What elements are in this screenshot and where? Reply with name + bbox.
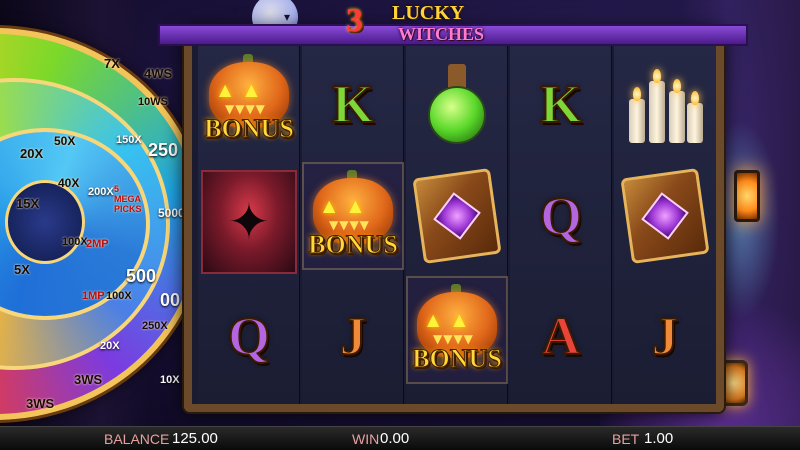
reels-frame: ▲▲ ▼▼▼▼ BONUS ✦ Q K ▲▲ ▼▼▼▼ BONUS J ▲▲ ▼… — [184, 30, 724, 412]
wheel-label: 100X — [106, 290, 132, 302]
status-bar: BALANCE 125.00 WIN 0.00 BET 1.00 — [0, 426, 800, 450]
letter-k-symbol: K — [539, 73, 583, 135]
wheel-label: 40X — [58, 176, 80, 190]
candles-icon — [625, 57, 705, 147]
bonus-label: BONUS — [412, 344, 503, 374]
symbol-cell: Q — [510, 162, 612, 270]
win-value: 0.00 — [380, 430, 410, 447]
symbol-cell: A — [510, 282, 612, 390]
reel-3: ▲▲ ▼▼▼▼ BONUS — [406, 38, 508, 404]
letter-q-symbol: Q — [539, 185, 583, 247]
logo-line2: WITCHES — [398, 24, 485, 44]
bet-value: 1.00 — [644, 430, 674, 447]
symbol-cell — [614, 48, 716, 156]
game-logo: 3 LUCKY WITCHES — [346, 0, 506, 52]
symbol-cell — [406, 162, 508, 270]
wheel-label: 7X — [104, 56, 120, 71]
symbol-cell: K — [302, 50, 404, 158]
potion-icon — [422, 64, 492, 144]
balance-label: BALANCE — [104, 431, 170, 447]
wheel-label: 50X — [54, 134, 76, 148]
wheel-label: 100X — [62, 236, 88, 248]
wheel-label: 250X — [142, 320, 168, 332]
symbol-cell: K — [510, 50, 612, 158]
wheel-label: 10X — [160, 374, 180, 386]
prize-wheel-hub — [5, 180, 85, 264]
symbol-cell: ▲▲ ▼▼▼▼ BONUS — [198, 46, 300, 154]
logo-number: 3 — [346, 2, 363, 39]
pumpkin-bonus-icon: ▲▲ ▼▼▼▼ BONUS — [307, 170, 399, 262]
symbol-cell: ✦ — [198, 168, 300, 276]
wheel-label: 15X — [16, 196, 40, 211]
logo-line1: LUCKY — [392, 2, 465, 24]
wheel-label: 5 MEGA PICKS — [114, 184, 142, 214]
wheel-label: 00 — [160, 290, 181, 310]
wheel-label: 3WS — [26, 396, 55, 411]
wheel-label: 150X — [116, 134, 142, 146]
letter-a-symbol: A — [541, 305, 582, 367]
letter-q-symbol: Q — [227, 305, 271, 367]
bat-icon: ▾ — [232, 4, 239, 18]
pumpkin-bonus-icon: ▲▲ ▼▼▼▼ BONUS — [411, 284, 503, 376]
pumpkin-bonus-icon: ▲▲ ▼▼▼▼ BONUS — [203, 54, 295, 146]
reel-4: K Q A — [510, 38, 612, 404]
reel-5: J — [614, 38, 716, 404]
reel-2: K ▲▲ ▼▼▼▼ BONUS J — [302, 38, 404, 404]
wheel-label: 250 — [148, 140, 179, 160]
symbol-cell: J — [614, 282, 716, 390]
wheel-label: 20X — [20, 146, 44, 161]
bonus-label: BONUS — [308, 230, 399, 260]
hanging-lantern-icon — [734, 170, 760, 222]
wheel-label: 10WS — [138, 96, 168, 108]
letter-j-symbol: J — [651, 305, 680, 367]
raven-icon: ✦ — [201, 170, 297, 274]
symbol-cell: Q — [198, 282, 300, 390]
symbol-cell — [406, 50, 508, 158]
wheel-label: 2MP — [86, 238, 109, 250]
wheel-label: 5X — [14, 262, 30, 277]
balance-value: 125.00 — [172, 430, 218, 447]
game-scene: ▾ ▾ ▲ ▲ 7X 4WS 20X 15X 5X 3WS 3WS 10WS 5… — [0, 0, 800, 426]
symbol-cell: J — [302, 282, 404, 390]
wheel-label: 3WS — [74, 372, 103, 387]
letter-j-symbol: J — [339, 305, 368, 367]
wheel-label: 500 — [126, 266, 157, 286]
symbol-cell: ▲▲ ▼▼▼▼ BONUS — [406, 276, 508, 384]
wheel-label: 1MP — [82, 290, 105, 302]
spellbook-icon — [620, 167, 710, 265]
bonus-label: BONUS — [204, 114, 295, 144]
win-label: WIN — [352, 431, 380, 447]
spellbook-icon — [412, 167, 502, 265]
wheel-label: 4WS — [144, 66, 173, 81]
reel-1: ▲▲ ▼▼▼▼ BONUS ✦ Q — [198, 38, 300, 404]
letter-k-symbol: K — [331, 73, 375, 135]
wheel-label: 200X — [88, 186, 114, 198]
symbol-cell — [614, 162, 716, 270]
bat-icon: ▾ — [284, 10, 291, 24]
symbol-cell: ▲▲ ▼▼▼▼ BONUS — [302, 162, 404, 270]
bet-label: BET — [612, 431, 640, 447]
wheel-label: 20X — [100, 340, 120, 352]
